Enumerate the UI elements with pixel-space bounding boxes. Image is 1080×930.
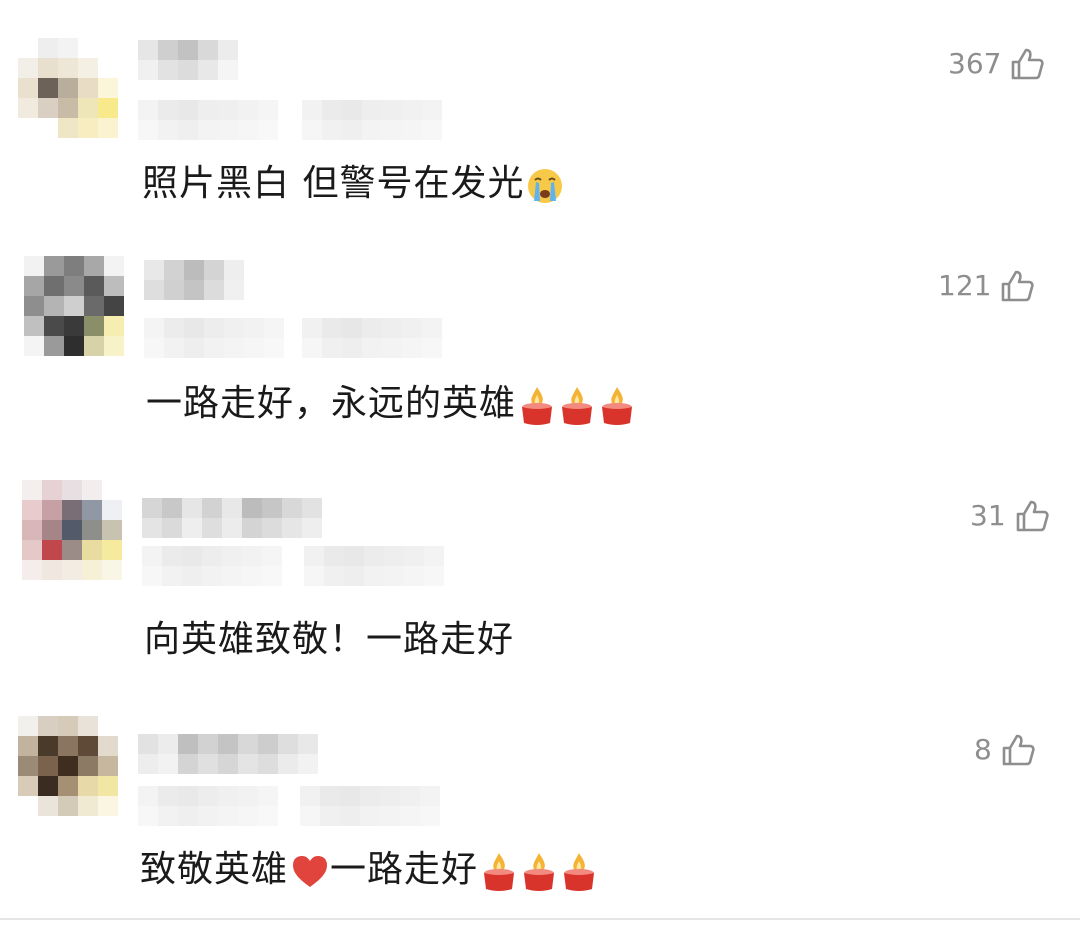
username-blurred [144, 280, 244, 300]
candle-icon [524, 853, 555, 891]
meta-blurred [138, 100, 278, 120]
meta-blurred [302, 100, 442, 120]
meta-blurred [138, 786, 278, 806]
username-blurred[interactable] [142, 498, 322, 518]
meta-blurred [142, 546, 282, 566]
meta-blurred [138, 806, 278, 826]
avatar[interactable] [22, 480, 122, 580]
comment-text-body-continued: 一路走好 [330, 849, 479, 890]
like-count: 8 [974, 733, 992, 766]
meta-blurred [144, 338, 284, 358]
comment-item: 121 一路走好，永远的英雄 [0, 230, 1080, 460]
thumbs-up-icon [1012, 48, 1045, 80]
like-count: 367 [948, 47, 1002, 80]
meta-blurred [142, 566, 282, 586]
comment-item: 367 照片黑白 但警号在发光 [0, 0, 1080, 230]
username-blurred [142, 518, 322, 538]
like-count: 121 [938, 269, 992, 302]
comment-item: 31 向英雄致敬！一路走好 [0, 470, 1080, 700]
meta-blurred [138, 120, 278, 140]
meta-blurred [300, 806, 440, 826]
comment-text: 致敬英雄 一路走好 [140, 846, 598, 894]
meta-blurred [302, 338, 442, 358]
candle-icon [564, 853, 595, 891]
like-button[interactable]: 121 [938, 266, 1035, 306]
comment-item: 8 致敬英雄 一路走好 [0, 700, 1080, 930]
username-blurred [138, 60, 238, 80]
meta-blurred [144, 318, 284, 338]
username-blurred [138, 754, 318, 774]
thumbs-up-icon [1016, 500, 1049, 532]
meta-blurred [302, 120, 442, 140]
avatar[interactable] [24, 256, 124, 356]
candle-icon [484, 853, 515, 891]
comment-text-body: 照片黑白 但警号在发光 [142, 163, 525, 204]
like-count: 31 [970, 499, 1006, 532]
thumbs-up-icon [1002, 734, 1035, 766]
meta-blurred [300, 786, 440, 806]
avatar[interactable] [18, 716, 118, 816]
heart-icon [293, 856, 328, 887]
comment-text: 向英雄致敬！一路走好 [144, 616, 514, 664]
comment-text: 照片黑白 但警号在发光 [142, 160, 564, 208]
username-blurred[interactable] [144, 260, 244, 280]
comment-text-body: 向英雄致敬！一路走好 [144, 619, 515, 660]
candle-icon [522, 387, 553, 425]
like-button[interactable]: 8 [974, 730, 1036, 770]
crying-face-icon [528, 169, 563, 203]
comment-text-body: 致敬英雄 [140, 849, 289, 890]
like-button[interactable]: 31 [970, 496, 1050, 536]
like-button[interactable]: 367 [948, 44, 1045, 84]
bottom-divider [0, 918, 1080, 920]
candle-icon [602, 387, 633, 425]
meta-blurred [302, 318, 442, 338]
meta-blurred [304, 546, 444, 566]
meta-blurred [304, 566, 444, 586]
comment-text: 一路走好，永远的英雄 [146, 380, 636, 428]
username-blurred[interactable] [138, 40, 238, 60]
thumbs-up-icon [1002, 270, 1035, 302]
username-blurred[interactable] [138, 734, 318, 754]
avatar[interactable] [18, 38, 118, 138]
comment-text-body: 一路走好，永远的英雄 [146, 383, 517, 424]
candle-icon [562, 387, 593, 425]
